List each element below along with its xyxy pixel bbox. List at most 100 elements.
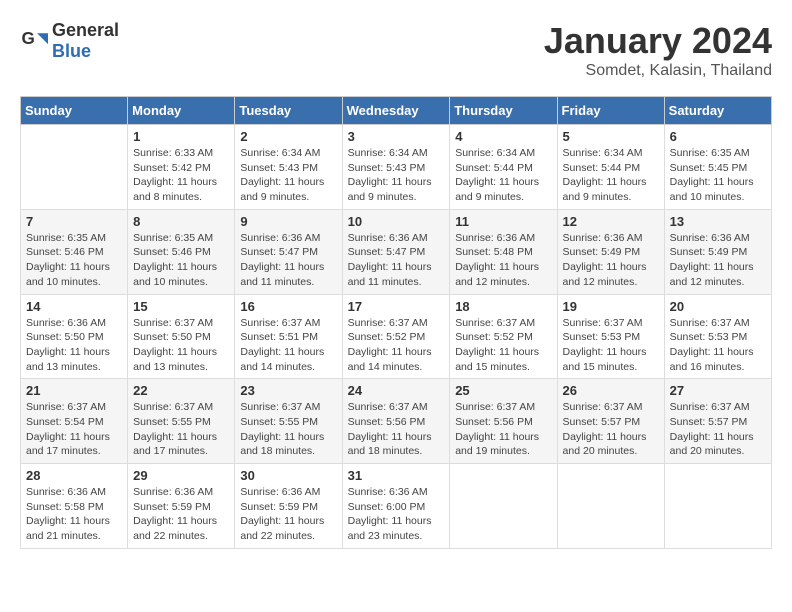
day-number: 9 [240,214,336,229]
calendar-week-row: 1 Sunrise: 6:33 AM Sunset: 5:42 PM Daylig… [21,125,772,210]
calendar-cell: 17Sunrise: 6:37 AM Sunset: 5:52 PM Dayli… [342,294,450,379]
day-info: Sunrise: 6:34 AM Sunset: 5:43 PM Dayligh… [348,146,445,205]
page-header: G General Blue January 2024 Somdet, Kala… [20,20,772,80]
day-info: Sunrise: 6:33 AM Sunset: 5:42 PM Dayligh… [133,146,229,205]
day-number: 7 [26,214,122,229]
calendar-cell: 19 Sunrise: 6:37 AM Sunset: 5:53 PM Dayli… [557,294,664,379]
day-number: 18 [455,299,551,314]
day-number: 31 [348,468,445,483]
day-number: 6 [670,129,766,144]
day-info: Sunrise: 6:36 AM Sunset: 5:48 PM Dayligh… [455,231,551,290]
day-info: Sunrise: 6:37 AM Sunset: 5:53 PM Dayligh… [670,316,766,375]
calendar-cell: 26Sunrise: 6:37 AM Sunset: 5:57 PM Dayli… [557,379,664,464]
calendar-cell: 3 Sunrise: 6:34 AM Sunset: 5:43 PM Daylig… [342,125,450,210]
day-info: Sunrise: 6:37 AM Sunset: 5:50 PM Dayligh… [133,316,229,375]
calendar-cell: 13 Sunrise: 6:36 AM Sunset: 5:49 PM Dayli… [664,209,771,294]
day-info: Sunrise: 6:36 AM Sunset: 5:49 PM Dayligh… [670,231,766,290]
day-number: 25 [455,383,551,398]
day-number: 8 [133,214,229,229]
day-number: 5 [563,129,659,144]
calendar-week-row: 7 Sunrise: 6:35 AM Sunset: 5:46 PM Daylig… [21,209,772,294]
day-number: 16 [240,299,336,314]
calendar-cell: 16 Sunrise: 6:37 AM Sunset: 5:51 PM Dayli… [235,294,342,379]
calendar-cell: 8 Sunrise: 6:35 AM Sunset: 5:46 PM Daylig… [128,209,235,294]
calendar-cell [557,464,664,549]
day-info: Sunrise: 6:37 AM Sunset: 5:52 PM Dayligh… [455,316,551,375]
calendar-cell [21,125,128,210]
day-number: 29 [133,468,229,483]
day-number: 19 [563,299,659,314]
calendar-cell: 21 Sunrise: 6:37 AM Sunset: 5:54 PM Dayli… [21,379,128,464]
day-info: Sunrise: 6:37 AM Sunset: 5:56 PM Dayligh… [348,400,445,459]
day-info: Sunrise: 6:37 AM Sunset: 5:52 PM Dayligh… [348,316,445,375]
day-info: Sunrise: 6:35 AM Sunset: 5:46 PM Dayligh… [26,231,122,290]
calendar-cell: 29Sunrise: 6:36 AM Sunset: 5:59 PM Dayli… [128,464,235,549]
calendar-cell: 10Sunrise: 6:36 AM Sunset: 5:47 PM Dayli… [342,209,450,294]
calendar-cell: 27Sunrise: 6:37 AM Sunset: 5:57 PM Dayli… [664,379,771,464]
title-area: January 2024 Somdet, Kalasin, Thailand [544,20,772,80]
day-of-week-header: Wednesday [342,97,450,125]
day-number: 21 [26,383,122,398]
calendar-week-row: 28Sunrise: 6:36 AM Sunset: 5:58 PM Dayli… [21,464,772,549]
calendar-cell: 7 Sunrise: 6:35 AM Sunset: 5:46 PM Daylig… [21,209,128,294]
logo: G General Blue [20,20,119,62]
day-number: 23 [240,383,336,398]
day-info: Sunrise: 6:35 AM Sunset: 5:46 PM Dayligh… [133,231,229,290]
calendar-week-row: 14Sunrise: 6:36 AM Sunset: 5:50 PM Dayli… [21,294,772,379]
day-info: Sunrise: 6:37 AM Sunset: 5:55 PM Dayligh… [133,400,229,459]
day-number: 2 [240,129,336,144]
day-info: Sunrise: 6:37 AM Sunset: 5:54 PM Dayligh… [26,400,122,459]
day-number: 15 [133,299,229,314]
day-info: Sunrise: 6:34 AM Sunset: 5:44 PM Dayligh… [455,146,551,205]
calendar-cell: 22 Sunrise: 6:37 AM Sunset: 5:55 PM Dayli… [128,379,235,464]
calendar-cell [664,464,771,549]
day-info: Sunrise: 6:37 AM Sunset: 5:53 PM Dayligh… [563,316,659,375]
day-number: 27 [670,383,766,398]
location-title: Somdet, Kalasin, Thailand [544,62,772,80]
day-info: Sunrise: 6:34 AM Sunset: 5:44 PM Dayligh… [563,146,659,205]
calendar-cell: 24 Sunrise: 6:37 AM Sunset: 5:56 PM Dayli… [342,379,450,464]
day-info: Sunrise: 6:37 AM Sunset: 5:57 PM Dayligh… [563,400,659,459]
svg-text:G: G [22,29,35,48]
calendar-cell: 5 Sunrise: 6:34 AM Sunset: 5:44 PM Daylig… [557,125,664,210]
calendar-cell: 1 Sunrise: 6:33 AM Sunset: 5:42 PM Daylig… [128,125,235,210]
day-number: 20 [670,299,766,314]
day-number: 22 [133,383,229,398]
day-info: Sunrise: 6:37 AM Sunset: 5:51 PM Dayligh… [240,316,336,375]
calendar-cell: 18 Sunrise: 6:37 AM Sunset: 5:52 PM Dayli… [450,294,557,379]
day-of-week-header: Friday [557,97,664,125]
day-info: Sunrise: 6:34 AM Sunset: 5:43 PM Dayligh… [240,146,336,205]
day-info: Sunrise: 6:37 AM Sunset: 5:55 PM Dayligh… [240,400,336,459]
day-number: 24 [348,383,445,398]
calendar-header-row: SundayMondayTuesdayWednesdayThursdayFrid… [21,97,772,125]
calendar-cell: 28Sunrise: 6:36 AM Sunset: 5:58 PM Dayli… [21,464,128,549]
month-title: January 2024 [544,20,772,62]
calendar-cell: 4 Sunrise: 6:34 AM Sunset: 5:44 PM Daylig… [450,125,557,210]
calendar-cell: 25 Sunrise: 6:37 AM Sunset: 5:56 PM Dayli… [450,379,557,464]
calendar-body: 1 Sunrise: 6:33 AM Sunset: 5:42 PM Daylig… [21,125,772,549]
day-number: 1 [133,129,229,144]
calendar-table: SundayMondayTuesdayWednesdayThursdayFrid… [20,96,772,549]
day-info: Sunrise: 6:37 AM Sunset: 5:56 PM Dayligh… [455,400,551,459]
day-info: Sunrise: 6:36 AM Sunset: 5:50 PM Dayligh… [26,316,122,375]
day-number: 4 [455,129,551,144]
day-number: 28 [26,468,122,483]
day-number: 3 [348,129,445,144]
calendar-cell [450,464,557,549]
calendar-week-row: 21 Sunrise: 6:37 AM Sunset: 5:54 PM Dayli… [21,379,772,464]
day-info: Sunrise: 6:36 AM Sunset: 5:49 PM Dayligh… [563,231,659,290]
day-info: Sunrise: 6:36 AM Sunset: 6:00 PM Dayligh… [348,485,445,544]
day-number: 13 [670,214,766,229]
logo-icon: G [20,27,48,55]
day-of-week-header: Tuesday [235,97,342,125]
day-info: Sunrise: 6:36 AM Sunset: 5:59 PM Dayligh… [240,485,336,544]
day-of-week-header: Saturday [664,97,771,125]
day-info: Sunrise: 6:36 AM Sunset: 5:47 PM Dayligh… [348,231,445,290]
day-number: 30 [240,468,336,483]
calendar-cell: 12Sunrise: 6:36 AM Sunset: 5:49 PM Dayli… [557,209,664,294]
calendar-cell: 30 Sunrise: 6:36 AM Sunset: 5:59 PM Dayli… [235,464,342,549]
day-of-week-header: Monday [128,97,235,125]
day-info: Sunrise: 6:36 AM Sunset: 5:47 PM Dayligh… [240,231,336,290]
day-info: Sunrise: 6:35 AM Sunset: 5:45 PM Dayligh… [670,146,766,205]
calendar-cell: 20 Sunrise: 6:37 AM Sunset: 5:53 PM Dayli… [664,294,771,379]
